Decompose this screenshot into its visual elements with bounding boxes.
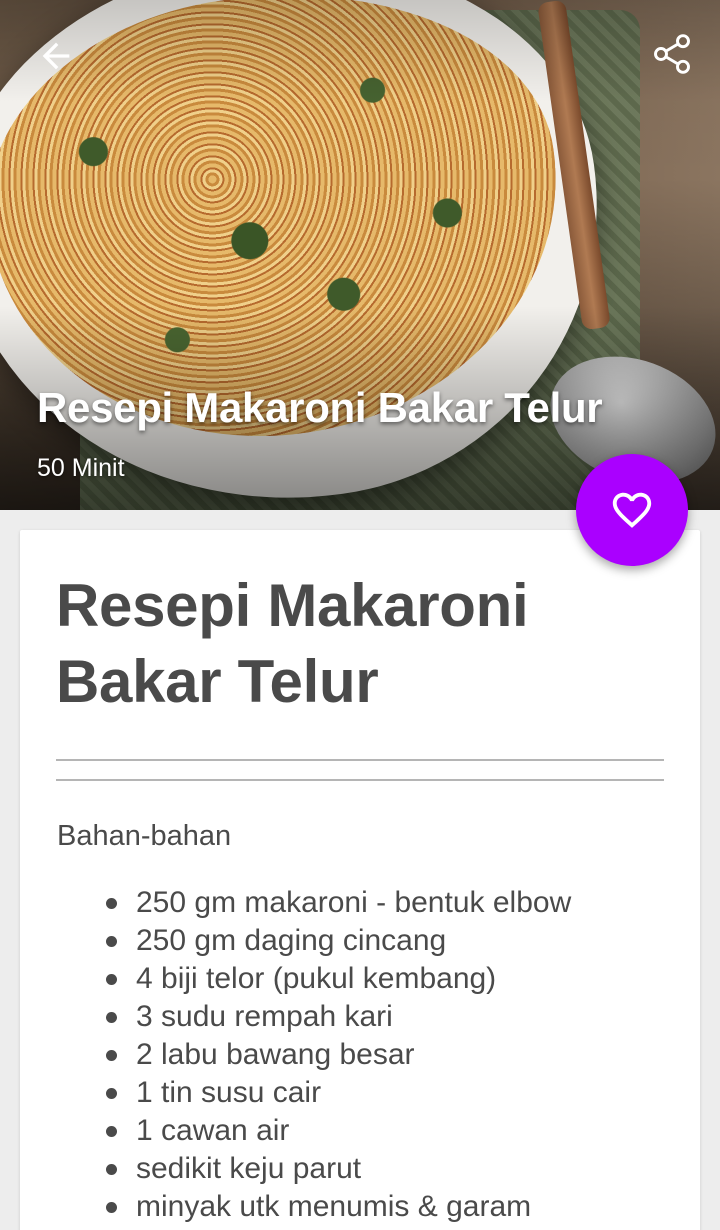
divider-bottom	[56, 779, 664, 781]
bullet-icon	[106, 1126, 117, 1137]
arrow-left-icon	[42, 42, 70, 70]
favorite-button[interactable]	[576, 454, 688, 566]
back-button[interactable]	[30, 30, 82, 82]
bullet-icon	[106, 936, 117, 947]
ingredient-item: sedikit keju parut	[106, 1150, 666, 1188]
share-button[interactable]	[646, 28, 698, 80]
divider-top	[56, 759, 664, 761]
hero-image: Resepi Makaroni Bakar Telur 50 Minit	[0, 0, 720, 510]
bullet-icon	[106, 1202, 117, 1213]
ingredient-text: 250 gm makaroni - bentuk elbow	[136, 886, 572, 919]
bullet-icon	[106, 898, 117, 909]
ingredient-item: 1 tin susu cair	[106, 1074, 666, 1112]
recipe-card: Resepi Makaroni Bakar Telur Bahan-bahan …	[20, 530, 700, 1230]
bullet-icon	[106, 1164, 117, 1175]
ingredient-item: minyak utk menumis & garam	[106, 1188, 666, 1226]
ingredient-text: sedikit keju parut	[136, 1152, 362, 1185]
bullet-icon	[106, 1012, 117, 1023]
ingredient-text: 1 cawan air	[136, 1114, 290, 1147]
ingredient-text: 4 biji telor (pukul kembang)	[136, 962, 497, 995]
recipe-title: Resepi Makaroni Bakar Telur	[56, 572, 529, 715]
ingredient-item: 3 sudu rempah kari	[106, 998, 666, 1036]
cook-time: 50 Minit	[37, 454, 125, 482]
share-icon	[654, 34, 690, 74]
ingredient-text: 250 gm daging cincang	[136, 924, 447, 957]
ingredient-text: 3 sudu rempah kari	[136, 1000, 393, 1033]
ingredient-text: minyak utk menumis & garam	[136, 1190, 532, 1223]
ingredient-item: 250 gm makaroni - bentuk elbow	[106, 884, 666, 922]
ingredient-item: 2 labu bawang besar	[106, 1036, 666, 1074]
ingredient-text: 1 tin susu cair	[136, 1076, 322, 1109]
ingredient-item: 1 cawan air	[106, 1112, 666, 1150]
ingredients-list: 250 gm makaroni - bentuk elbow 250 gm da…	[106, 884, 666, 1226]
bullet-icon	[106, 974, 117, 985]
heart-outline-icon	[612, 492, 652, 528]
ingredients-heading: Bahan-bahan	[57, 820, 232, 852]
ingredient-item: 250 gm daging cincang	[106, 922, 666, 960]
hero-title: Resepi Makaroni Bakar Telur	[37, 384, 603, 431]
ingredient-item: 4 biji telor (pukul kembang)	[106, 960, 666, 998]
bullet-icon	[106, 1088, 117, 1099]
ingredient-text: 2 labu bawang besar	[136, 1038, 415, 1071]
bullet-icon	[106, 1050, 117, 1061]
